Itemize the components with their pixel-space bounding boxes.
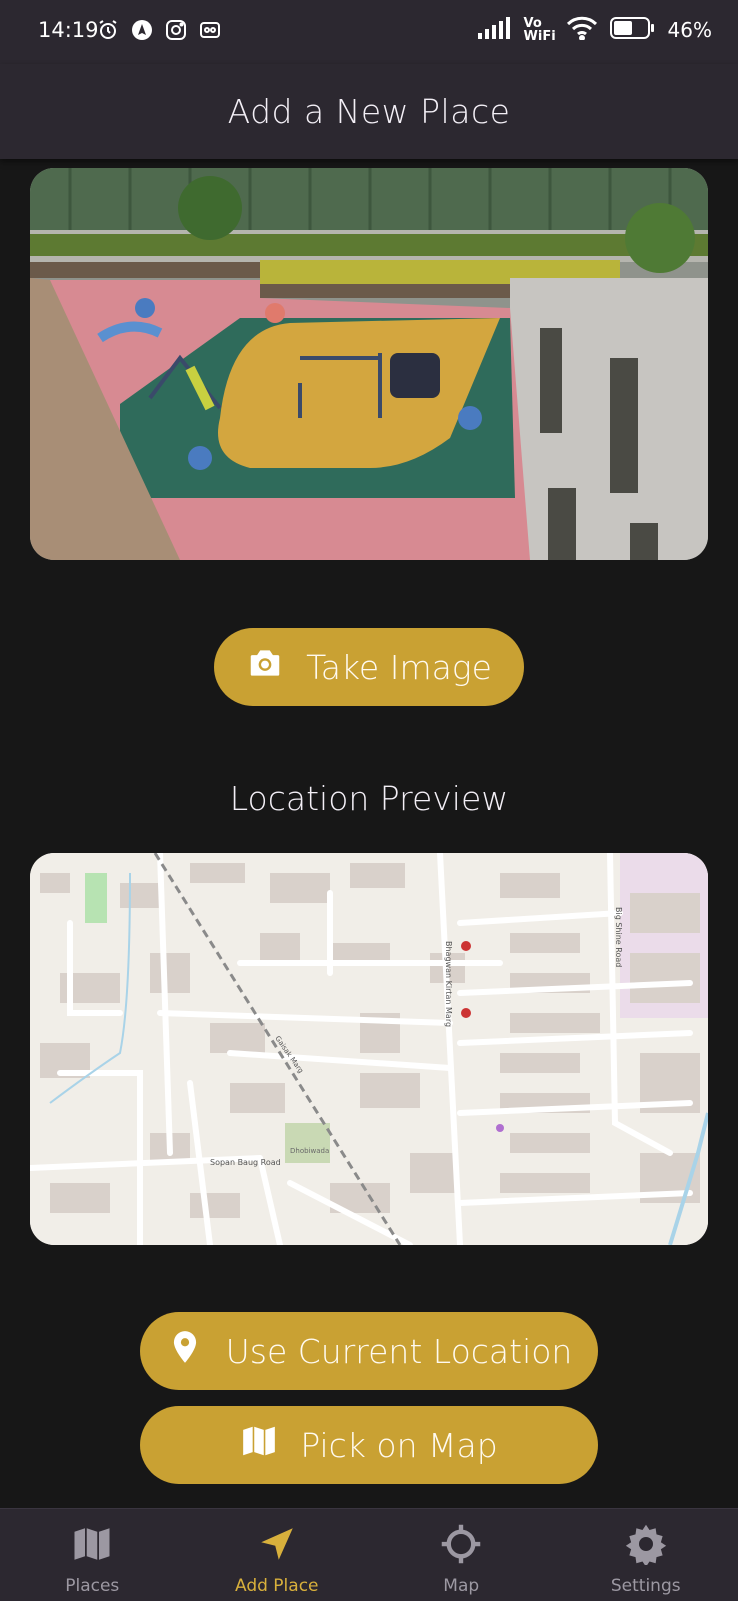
status-bar: 14:19 Vo WiFi 46%	[0, 0, 738, 64]
take-image-button[interactable]: Take Image	[214, 628, 524, 706]
battery-icon	[610, 17, 656, 43]
location-pin-icon	[166, 1328, 204, 1374]
tab-label: Add Place	[235, 1576, 319, 1596]
voicemail-icon	[198, 18, 222, 46]
app-bar: Add a New Place	[0, 64, 738, 159]
tab-settings[interactable]: Settings	[554, 1509, 738, 1601]
wifi-icon	[566, 16, 598, 44]
alarm-icon	[96, 18, 120, 46]
tab-label: Settings	[611, 1576, 681, 1596]
crosshair-icon	[440, 1523, 482, 1576]
page-title: Add a New Place	[228, 92, 511, 131]
tab-map[interactable]: Map	[369, 1509, 554, 1601]
use-current-location-button[interactable]: Use Current Location	[140, 1312, 598, 1390]
map-preview: Sopan Baug Road Bhagwan Kirtan Marg Big …	[30, 853, 708, 1245]
instagram-icon	[164, 18, 188, 46]
map-label-place-1: Dhobiwada	[290, 1147, 329, 1155]
use-current-location-label: Use Current Location	[226, 1332, 573, 1371]
tab-places[interactable]: Places	[0, 1509, 185, 1601]
map-label-road-3: Big Shine Road	[614, 907, 623, 967]
navigation-arrow-icon	[256, 1523, 298, 1576]
vowifi-icon: Vo WiFi	[524, 17, 554, 43]
take-image-label: Take Image	[306, 648, 492, 687]
pick-on-map-button[interactable]: Pick on Map	[140, 1406, 598, 1484]
location-preview-title: Location Preview	[0, 779, 738, 818]
status-time: 14:19	[38, 18, 99, 42]
pick-on-map-label: Pick on Map	[300, 1426, 497, 1465]
tab-add-place[interactable]: Add Place	[185, 1509, 370, 1601]
bottom-navigation: Places Add Place Map Settings	[0, 1508, 738, 1601]
status-left-icons	[96, 18, 222, 46]
signal-icon	[478, 17, 512, 43]
navigation-app-icon	[130, 18, 154, 46]
map-label-road-1: Sopan Baug Road	[210, 1158, 281, 1167]
status-right-icons: Vo WiFi 46%	[478, 16, 712, 44]
map-icon	[240, 1422, 278, 1468]
tab-label: Places	[65, 1576, 119, 1596]
battery-percent: 46%	[668, 18, 712, 42]
gear-icon	[625, 1523, 667, 1576]
map-icon	[71, 1523, 113, 1576]
tab-label: Map	[443, 1576, 479, 1596]
camera-icon	[246, 644, 284, 690]
image-preview	[30, 168, 708, 560]
map-label-road-2: Bhagwan Kirtan Marg	[444, 941, 453, 1027]
